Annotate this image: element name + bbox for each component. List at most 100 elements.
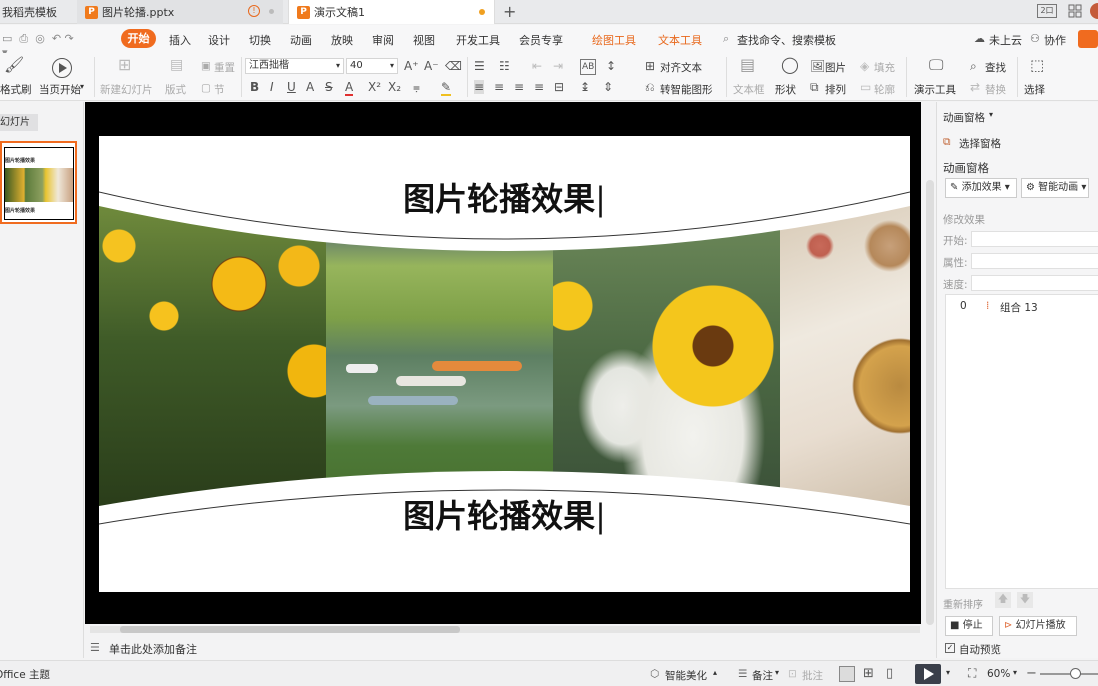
textbox-icon[interactable]: ▤ xyxy=(740,57,755,73)
user-avatar[interactable] xyxy=(1090,3,1098,19)
play-dropdown-icon[interactable]: ▾ xyxy=(80,82,84,91)
zoom-level[interactable]: 60% xyxy=(987,668,1010,680)
align-text-button[interactable]: 对齐文本 xyxy=(660,60,702,75)
show-tools-button[interactable]: 演示工具 xyxy=(914,82,956,97)
show-tools-icon[interactable]: 🖵 xyxy=(929,58,943,73)
beautify-button[interactable]: 智能美化 xyxy=(665,668,707,683)
add-effect-button[interactable]: ✎ 添加效果 ▾ xyxy=(945,178,1017,198)
stop-button[interactable]: ■ 停止 xyxy=(945,616,993,636)
underline-icon[interactable]: U xyxy=(287,80,296,94)
horizontal-scroll-thumb[interactable] xyxy=(120,626,460,633)
distribute-icon[interactable]: ⊟ xyxy=(554,80,564,94)
move-down-icon[interactable]: 🡇 xyxy=(1017,592,1033,608)
font-size-select[interactable]: 40 ▾ xyxy=(346,58,398,74)
section-icon[interactable]: ▢ xyxy=(201,82,211,94)
reset-icon[interactable]: ▣ xyxy=(201,60,211,72)
subscript-icon[interactable]: X₂ xyxy=(388,80,401,94)
slide-title-top[interactable]: 图片轮播效果| xyxy=(99,174,910,220)
section-button[interactable]: 节 xyxy=(214,82,225,97)
menu-member[interactable]: 会员专享 xyxy=(519,32,563,48)
arrange-button[interactable]: 排列 xyxy=(825,82,846,97)
text-direction-icon[interactable]: AB xyxy=(580,59,597,75)
menu-drawing-tools[interactable]: 绘图工具 xyxy=(592,32,636,48)
menu-design[interactable]: 设计 xyxy=(208,32,230,48)
layout-switch-button[interactable]: 2口 xyxy=(1037,4,1057,18)
paragraph-spacing-icon[interactable]: ↨ xyxy=(580,80,590,94)
animation-list-item[interactable]: 0 ⁞ 组合 13 xyxy=(946,299,1098,315)
slideshow-dropdown-icon[interactable]: ▾ xyxy=(946,668,950,677)
menu-start[interactable]: 开始 xyxy=(121,29,156,48)
new-tab-button[interactable]: + xyxy=(503,2,516,21)
save-icon[interactable]: ▭ xyxy=(2,32,12,45)
shape-icon[interactable]: ◯ xyxy=(781,57,799,73)
outline-button[interactable]: 轮廓 xyxy=(874,82,895,97)
menu-insert[interactable]: 插入 xyxy=(169,32,191,48)
reading-view-icon[interactable]: ▯ xyxy=(886,666,893,681)
format-brush-icon[interactable]: 🖌 xyxy=(4,57,24,73)
play-slideshow-button[interactable] xyxy=(915,664,941,684)
tab-pictures-pptx[interactable]: P 图片轮播.pptx ! xyxy=(77,0,283,24)
font-name-select[interactable]: 江西拙楷 ▾ xyxy=(245,58,344,74)
phonetic-icon[interactable]: ⩦ xyxy=(413,80,420,94)
start-select[interactable] xyxy=(971,231,1098,247)
select-icon[interactable]: ⬚ xyxy=(1030,58,1044,73)
tab-template[interactable]: 我稻壳模板 xyxy=(0,0,76,24)
bullet-list-icon[interactable]: ☰ xyxy=(474,59,485,73)
share-button[interactable] xyxy=(1078,30,1098,48)
menu-text-tools[interactable]: 文本工具 xyxy=(658,32,702,48)
normal-view-icon[interactable] xyxy=(839,666,855,682)
smart-art-button[interactable]: 转智能图形 xyxy=(660,82,713,97)
move-up-icon[interactable]: 🡅 xyxy=(995,592,1011,608)
undo-icon[interactable]: ↶ xyxy=(52,32,61,45)
play-icon[interactable] xyxy=(52,58,72,78)
slide-canvas[interactable]: 图片轮播效果| 图片轮播效果| xyxy=(99,136,910,592)
select-button[interactable]: 选择 xyxy=(1024,82,1045,97)
menu-animation[interactable]: 动画 xyxy=(290,32,312,48)
decrease-indent-icon[interactable]: ⇤ xyxy=(532,59,542,73)
slideshow-button[interactable]: ⊳ 幻灯片播放 xyxy=(999,616,1077,636)
text-effect-icon[interactable]: A xyxy=(306,80,314,94)
slide-thumbnail-1[interactable]: 图片轮播效果 图片轮播效果 xyxy=(0,141,77,224)
redo-icon[interactable]: ↷ xyxy=(65,32,74,45)
line-spacing-icon[interactable]: ↕ xyxy=(606,59,616,73)
horizontal-scrollbar[interactable] xyxy=(90,626,920,633)
bold-icon[interactable]: B xyxy=(250,80,259,94)
select-pane-link[interactable]: 选择窗格 xyxy=(959,136,1001,151)
fit-window-icon[interactable]: ⛶ xyxy=(968,666,976,681)
smart-animation-button[interactable]: ⚙ 智能动画 ▾ xyxy=(1021,178,1089,198)
notes-bar[interactable]: ☰ 单击此处添加备注 xyxy=(85,636,921,660)
align-center-icon[interactable]: ≡ xyxy=(494,80,504,94)
picture-button[interactable]: 图片 xyxy=(825,60,846,75)
slide-title-bottom[interactable]: 图片轮播效果| xyxy=(99,491,910,537)
layout-icon[interactable]: ▤ xyxy=(170,58,183,72)
textbox-button[interactable]: 文本框 xyxy=(733,82,765,97)
strikethrough-icon[interactable]: S xyxy=(325,80,333,94)
shape-button[interactable]: 形状 xyxy=(775,82,796,97)
sorter-view-icon[interactable]: ⊞ xyxy=(863,666,874,681)
align-right-icon[interactable]: ≡ xyxy=(514,80,524,94)
preview-icon[interactable]: ◎ xyxy=(35,32,45,45)
reset-button[interactable]: 重置 xyxy=(214,60,235,75)
beautify-dropdown-icon[interactable]: ▴ xyxy=(713,668,717,677)
numbered-list-icon[interactable]: ☷ xyxy=(499,59,510,73)
justify-icon[interactable]: ≡ xyxy=(534,80,544,94)
comment-button[interactable]: 批注 xyxy=(802,668,823,683)
tab-presentation1[interactable]: P 演示文稿1 xyxy=(288,0,495,24)
zoom-out-icon[interactable]: − xyxy=(1026,666,1037,681)
shrink-font-icon[interactable]: A⁻ xyxy=(424,59,439,73)
pane-selector[interactable]: 动画窗格 xyxy=(943,110,985,125)
increase-indent-icon[interactable]: ⇥ xyxy=(553,59,563,73)
pane-dropdown-icon[interactable]: ▾ xyxy=(989,110,993,119)
search-icon[interactable]: ⌕ xyxy=(723,32,729,46)
format-brush-button[interactable]: 格式刷 xyxy=(0,82,32,97)
vertical-scrollbar[interactable] xyxy=(926,180,934,625)
zoom-slider[interactable] xyxy=(1040,668,1098,679)
notes-toggle-button[interactable]: 备注 xyxy=(752,668,773,683)
new-slide-button[interactable]: 新建幻灯片 xyxy=(100,82,153,97)
find-button[interactable]: 查找 xyxy=(985,60,1006,75)
command-search[interactable]: 查找命令、搜索模板 xyxy=(737,32,836,48)
line-spacing-2-icon[interactable]: ⇕ xyxy=(603,80,613,94)
grid-view-icon[interactable] xyxy=(1068,4,1082,18)
fill-button[interactable]: 填充 xyxy=(874,60,895,75)
auto-preview-checkbox[interactable]: ✓ xyxy=(945,643,955,653)
